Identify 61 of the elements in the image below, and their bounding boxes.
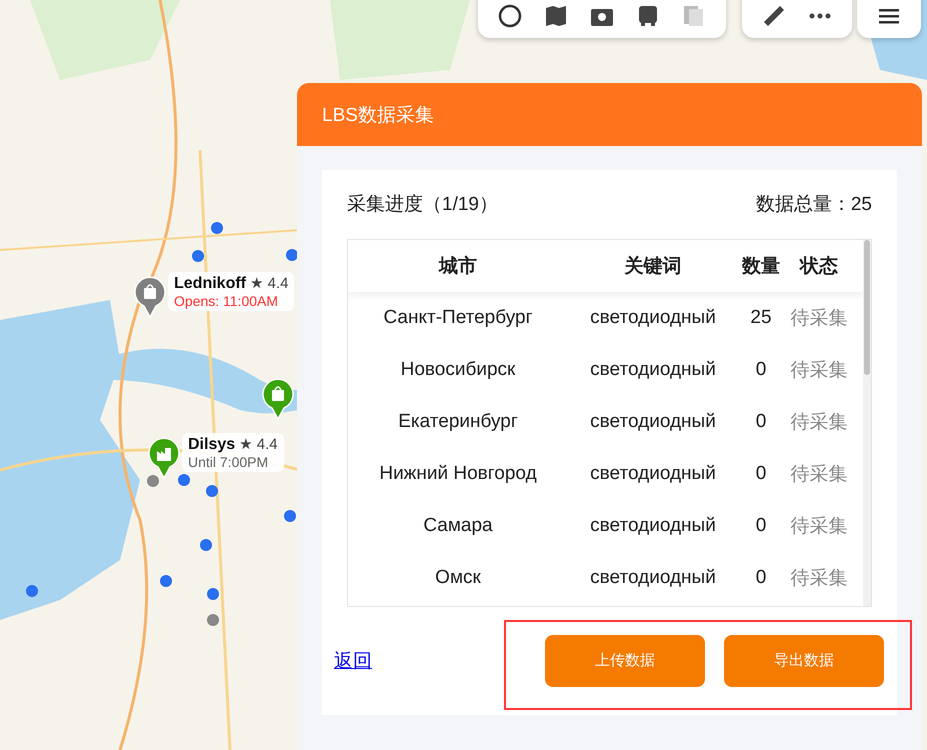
table-cell-text: 0 <box>754 514 768 537</box>
map-dot[interactable] <box>207 614 219 626</box>
table-cell-text: 0 <box>754 462 768 485</box>
place-card[interactable]: Dilsys ★ 4.4 Until 7:00PM <box>182 433 284 472</box>
table-cell-text: светодиодный <box>589 306 717 329</box>
opening-hours: Opens: 11:00AM <box>174 293 280 309</box>
progress-label: 采集进度（1/19） <box>347 193 498 218</box>
status-cell-text: 待采集 <box>790 566 848 591</box>
column-header: 城市 <box>438 254 478 279</box>
map-dot[interactable] <box>286 249 298 261</box>
scrollbar-thumb[interactable] <box>864 240 870 375</box>
table-cell-text: 0 <box>754 358 768 381</box>
map-dot[interactable] <box>192 250 204 262</box>
table-cell-text: Санкт-Петербург <box>382 306 534 329</box>
status-cell-text: 待采集 <box>790 306 848 331</box>
column-header: 状态 <box>798 254 839 279</box>
status-cell-text: 待采集 <box>790 410 848 435</box>
status-cell-text: 待采集 <box>790 514 848 539</box>
table-cell-text: Самара <box>422 514 494 537</box>
opening-hours: Until 7:00PM <box>188 454 270 470</box>
refresh-icon[interactable] <box>498 4 522 28</box>
table-cell-text: 0 <box>754 566 768 589</box>
total-count: 数据总量：25 <box>756 193 872 218</box>
table-cell-text: светодиодный <box>589 358 717 381</box>
map-icon[interactable] <box>544 4 568 28</box>
status-cell-text: 待采集 <box>790 462 848 487</box>
table-cell-text: светодиодный <box>589 462 717 485</box>
back-link[interactable]: 返回 <box>334 648 372 674</box>
panel-title: LBS数据采集 <box>322 104 434 128</box>
table-cell-text: светодиодный <box>589 566 717 589</box>
table-cell-text: Нижний Новгород <box>378 462 538 485</box>
table-cell-text: светодиодный <box>589 410 717 433</box>
map-pin[interactable] <box>148 437 180 479</box>
scrollbar[interactable] <box>863 240 871 606</box>
map-dot[interactable] <box>147 475 159 487</box>
table-cell-text: Новосибирск <box>400 358 516 381</box>
map-dot[interactable] <box>200 539 212 551</box>
map-dot[interactable] <box>211 222 223 234</box>
map-dot[interactable] <box>178 474 190 486</box>
map-dot[interactable] <box>160 575 172 587</box>
status-cell-text: 待采集 <box>790 358 848 383</box>
place-name: Dilsys <box>188 436 236 453</box>
table-cell-text: 25 <box>749 306 773 329</box>
ruler-icon[interactable] <box>762 4 786 28</box>
table-cell-text: светодиодный <box>589 514 717 537</box>
place-name: Lednikoff <box>174 275 246 292</box>
place-rating: ★ 4.4 <box>250 275 288 292</box>
place-rating: ★ 4.4 <box>239 436 278 453</box>
column-header: 关键词 <box>623 254 682 279</box>
map-pin[interactable] <box>262 378 294 420</box>
table-cell-text: Екатеринбург <box>397 410 519 433</box>
table-cell-text: 0 <box>754 410 768 433</box>
bus-icon[interactable] <box>636 4 660 28</box>
place-card[interactable]: Lednikoff ★ 4.4 Opens: 11:00AM <box>168 272 294 311</box>
map-dot[interactable] <box>26 585 38 597</box>
map-dot[interactable] <box>207 588 219 600</box>
map-pin[interactable] <box>134 276 166 318</box>
map-dot[interactable] <box>206 485 218 497</box>
table-cell-text: Омск <box>434 566 482 589</box>
column-header: 数量 <box>740 254 781 279</box>
map-dot[interactable] <box>284 510 296 522</box>
